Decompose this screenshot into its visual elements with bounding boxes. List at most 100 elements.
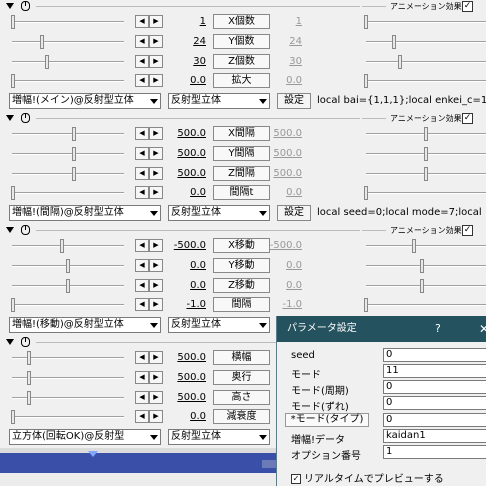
track-value-end[interactable]: 500.0	[262, 148, 302, 159]
collapse-triangle-icon[interactable]	[6, 3, 14, 9]
arrow-right-icon[interactable]: ▶	[149, 74, 163, 87]
param-input[interactable]: 0	[383, 396, 486, 410]
slider-knob-left[interactable]	[72, 147, 76, 161]
collapse-triangle-icon[interactable]	[6, 115, 14, 121]
slider-knob-left[interactable]	[11, 15, 15, 29]
arrow-left-icon[interactable]: ◀	[135, 279, 149, 292]
track-arrows[interactable]: ◀ ▶	[135, 147, 163, 160]
slider-knob-left[interactable]	[27, 351, 31, 365]
arrow-right-icon[interactable]: ▶	[149, 186, 163, 199]
animation-effect-checkbox[interactable]: ✓	[462, 113, 473, 124]
slider-knob-left[interactable]	[60, 239, 64, 253]
category-select[interactable]: 反射型立体	[168, 205, 270, 221]
arrow-right-icon[interactable]: ▶	[149, 371, 163, 384]
settings-button[interactable]: 設定	[277, 93, 311, 109]
slider-knob-right[interactable]	[364, 15, 368, 29]
track-value-end[interactable]: 0.0	[262, 280, 302, 291]
arrow-right-icon[interactable]: ▶	[149, 259, 163, 272]
track-value-start[interactable]: 500.0	[166, 128, 206, 139]
track-arrows[interactable]: ◀ ▶	[135, 259, 163, 272]
slider-knob-right[interactable]	[424, 167, 428, 181]
track-arrows[interactable]: ◀ ▶	[135, 239, 163, 252]
track-value-start[interactable]: -500.0	[166, 240, 206, 251]
track-arrows[interactable]: ◀ ▶	[135, 15, 163, 28]
arrow-left-icon[interactable]: ◀	[135, 186, 149, 199]
track-label-button[interactable]: 高さ	[213, 390, 270, 405]
slider-knob-right[interactable]	[424, 127, 428, 141]
track-arrows[interactable]: ◀ ▶	[135, 127, 163, 140]
track-arrows[interactable]: ◀ ▶	[135, 55, 163, 68]
track-value-end[interactable]: 0.0	[262, 75, 302, 86]
arrow-left-icon[interactable]: ◀	[135, 127, 149, 140]
animation-effect-checkbox[interactable]: ✓	[462, 225, 473, 236]
track-value-start[interactable]: 0.0	[166, 187, 206, 198]
track-value-start[interactable]: 30	[166, 56, 206, 67]
track-value-start[interactable]: 500.0	[166, 168, 206, 179]
track-value-end[interactable]: -1.0	[262, 299, 302, 310]
arrow-left-icon[interactable]: ◀	[135, 55, 149, 68]
arrow-left-icon[interactable]: ◀	[135, 410, 149, 423]
track-label-button[interactable]: 減衰度	[213, 409, 270, 424]
track-arrows[interactable]: ◀ ▶	[135, 186, 163, 199]
slider-knob-left[interactable]	[40, 35, 44, 49]
script-select[interactable]: 増幅!(移動)@反射型立体	[9, 317, 161, 333]
category-select[interactable]: 反射型立体	[168, 317, 270, 333]
slider-knob-right[interactable]	[364, 186, 368, 200]
arrow-right-icon[interactable]: ▶	[149, 147, 163, 160]
track-value-end[interactable]: -500.0	[262, 240, 302, 251]
slider-knob-right[interactable]	[398, 55, 402, 69]
arrow-left-icon[interactable]: ◀	[135, 371, 149, 384]
track-value-start[interactable]: 500.0	[166, 352, 206, 363]
track-value-start[interactable]: -1.0	[166, 299, 206, 310]
track-arrows[interactable]: ◀ ▶	[135, 391, 163, 404]
slider-knob-left[interactable]	[11, 298, 15, 312]
slider-knob-right[interactable]	[420, 259, 424, 273]
track-value-start[interactable]: 0.0	[166, 75, 206, 86]
arrow-left-icon[interactable]: ◀	[135, 35, 149, 48]
param-input[interactable]: 0	[383, 380, 486, 394]
arrow-right-icon[interactable]: ▶	[149, 127, 163, 140]
track-arrows[interactable]: ◀ ▶	[135, 167, 163, 180]
script-select[interactable]: 増幅!(メイン)@反射型立体	[9, 93, 161, 109]
track-label-button[interactable]: 奥行	[213, 370, 270, 385]
slider-knob-left[interactable]	[11, 74, 15, 88]
slider-knob-left[interactable]	[72, 167, 76, 181]
slider-knob-left[interactable]	[27, 391, 31, 405]
track-value-end[interactable]: 24	[262, 36, 302, 47]
slider-knob-right[interactable]	[392, 35, 396, 49]
arrow-right-icon[interactable]: ▶	[149, 279, 163, 292]
param-input[interactable]: 11	[383, 364, 486, 378]
realtime-preview-checkbox[interactable]: ✓	[291, 474, 301, 484]
settings-button[interactable]: 設定	[277, 205, 311, 221]
collapse-triangle-icon[interactable]	[6, 227, 14, 233]
slider-knob-left[interactable]	[72, 127, 76, 141]
track-value-start[interactable]: 500.0	[166, 372, 206, 383]
arrow-left-icon[interactable]: ◀	[135, 259, 149, 272]
help-icon[interactable]: ?	[435, 316, 441, 342]
track-value-end[interactable]: 30	[262, 56, 302, 67]
arrow-left-icon[interactable]: ◀	[135, 74, 149, 87]
slider-knob-right[interactable]	[420, 279, 424, 293]
arrow-right-icon[interactable]: ▶	[149, 410, 163, 423]
animation-effect-checkbox[interactable]: ✓	[462, 1, 473, 12]
track-value-start[interactable]: 0.0	[166, 411, 206, 422]
arrow-left-icon[interactable]: ◀	[135, 391, 149, 404]
track-label-button[interactable]: 横幅	[213, 350, 270, 365]
track-value-start[interactable]: 500.0	[166, 148, 206, 159]
timeline-bar[interactable]	[0, 451, 276, 473]
slider-knob-left[interactable]	[45, 55, 49, 69]
track-arrows[interactable]: ◀ ▶	[135, 371, 163, 384]
arrow-right-icon[interactable]: ▶	[149, 351, 163, 364]
slider-knob-left[interactable]	[11, 410, 15, 424]
category-select[interactable]: 反射型立体	[168, 429, 270, 445]
slider-knob-right[interactable]	[364, 298, 368, 312]
slider-knob-left[interactable]	[66, 259, 70, 273]
playhead-marker-icon[interactable]	[88, 451, 98, 457]
slider-knob-right[interactable]	[412, 239, 416, 253]
arrow-right-icon[interactable]: ▶	[149, 35, 163, 48]
track-arrows[interactable]: ◀ ▶	[135, 35, 163, 48]
slider-knob-right[interactable]	[424, 147, 428, 161]
track-value-start[interactable]: 1	[166, 16, 206, 27]
track-arrows[interactable]: ◀ ▶	[135, 74, 163, 87]
arrow-right-icon[interactable]: ▶	[149, 15, 163, 28]
